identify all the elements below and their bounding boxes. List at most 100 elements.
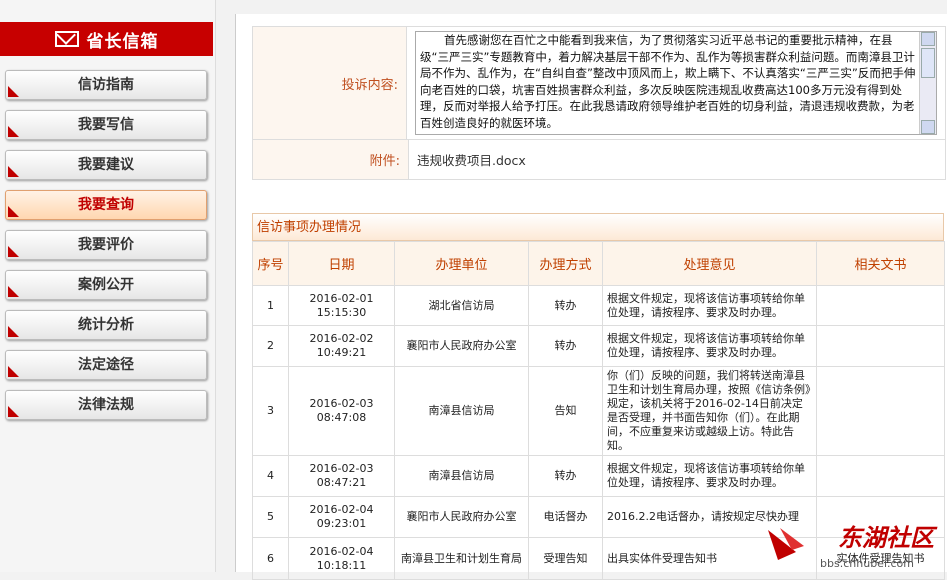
cell-method: 转办 [528,285,603,326]
sidebar-item-3[interactable]: 我要查询 [5,190,207,220]
sidebar-item-1[interactable]: 我要写信 [5,110,207,140]
sidebar-item-label: 信访指南 [78,77,134,93]
attachment-link[interactable]: 违规收费项目.docx [417,153,526,168]
cell-unit: 南漳县信访局 [394,455,529,497]
sidebar-header: 省长信箱 [0,22,213,56]
attachment-row: 附件: 违规收费项目.docx [253,139,945,179]
cell-date: 2016-02-01 [309,291,374,305]
sidebar-item-0[interactable]: 信访指南 [5,70,207,100]
column-header: 序号 [252,241,289,286]
top-strip [235,0,947,14]
complaint-scrollbar[interactable]: ▲ ▼ [919,32,936,134]
sidebar-item-label: 案例公开 [78,277,134,293]
sidebar-title: 省长信箱 [86,31,159,52]
complaint-label: 投诉内容: [253,27,407,139]
cell-doc [816,325,945,367]
cell-time: 08:47:21 [316,476,367,489]
cell-date: 2016-02-02 [309,332,374,345]
table-row: 1 2016-02-01 15:15:30 湖北省信访局 转办 根据文件规定，现将该信访事… [252,285,945,326]
mail-icon [54,31,79,47]
cell-no: 1 [252,285,289,326]
cell-date: 2016-02-03 [309,397,374,410]
cell-datetime: 2016-02-04 09:23:01 [288,496,395,538]
cell-unit: 南漳县卫生和计划生育局 [394,537,529,580]
complaint-text: 首先感谢您在百忙之中能看到我来信，为了贯彻落实习近平总书记的重要批示精神，在县级… [420,33,916,130]
sidebar-item-6[interactable]: 统计分析 [5,310,207,340]
cell-method: 告知 [528,366,603,456]
corner-triangle-icon [8,126,19,137]
cell-method: 受理告知 [528,537,603,580]
cell-method: 电话督办 [528,496,603,538]
corner-triangle-icon [8,326,19,337]
sidebar-item-label: 法律法规 [78,397,134,413]
cell-time: 10:49:21 [316,346,367,359]
cell-unit: 湖北省信访局 [394,285,529,326]
letter-detail: 投诉内容: 首先感谢您在百忙之中能看到我来信，为了贯彻落实习近平总书记的重要批示… [252,26,946,180]
column-header: 办理方式 [528,241,603,286]
corner-triangle-icon [8,206,19,217]
sidebar-item-label: 我要写信 [78,117,134,133]
corner-triangle-icon [8,406,19,417]
cell-no: 4 [252,455,289,497]
cell-doc [816,455,945,497]
cell-time: 10:18:11 [316,558,367,572]
sidebar-item-label: 法定途径 [78,357,134,373]
complaint-textarea[interactable]: 首先感谢您在百忙之中能看到我来信，为了贯彻落实习近平总书记的重要批示精神，在县级… [415,31,937,135]
complaint-row: 投诉内容: 首先感谢您在百忙之中能看到我来信，为了贯彻落实习近平总书记的重要批示… [253,26,945,139]
cell-opinion: 根据文件规定，现将该信访事项转给你单位处理，请按程序、要求及时办理。 [602,325,817,367]
table-header-row: 序号 日期 办理单位 办理方式 处理意见 相关文书 [252,241,945,286]
cell-doc [816,285,945,326]
column-header: 日期 [288,241,395,286]
watermark-name: 东湖社区 [838,524,934,552]
cell-method: 转办 [528,325,603,367]
cell-time: 09:23:01 [316,517,367,530]
attachment-label: 附件: [253,140,409,179]
cell-opinion: 根据文件规定，现将该信访事项转给你单位处理，请按程序、要求及时办理。 [602,455,817,497]
table-row: 4 2016-02-03 08:47:21 南漳县信访局 转办 根据文件规定，现将该信访事… [252,455,945,497]
corner-triangle-icon [8,286,19,297]
sidebar-item-4[interactable]: 我要评价 [5,230,207,260]
cell-unit: 襄阳市人民政府办公室 [394,325,529,367]
sidebar-item-2[interactable]: 我要建议 [5,150,207,180]
cell-method: 转办 [528,455,603,497]
sidebar: 省长信箱 信访指南我要写信我要建议我要查询我要评价案例公开统计分析法定途径法律法… [0,0,216,572]
cell-time: 15:15:30 [316,305,367,319]
table-row: 2 2016-02-02 10:49:21 襄阳市人民政府办公室 转办 根据文件规定，现将… [252,325,945,367]
corner-triangle-icon [8,86,19,97]
process-section-title: 信访事项办理情况 [252,213,944,241]
scroll-up-icon[interactable]: ▲ [921,32,935,46]
corner-triangle-icon [8,166,19,177]
cell-datetime: 2016-02-03 08:47:21 [288,455,395,497]
cell-opinion: 你（们）反映的问题，我们将转送南漳县卫生和计划生育局办理，按照《信访条例》规定，… [602,366,817,456]
cell-no: 6 [252,537,289,580]
cell-datetime: 2016-02-04 10:18:11 [288,537,395,580]
watermark-logo-icon [768,528,804,560]
sidebar-item-7[interactable]: 法定途径 [5,350,207,380]
cell-opinion: 根据文件规定，现将该信访事项转给你单位处理，请按程序、要求及时办理。 [602,285,817,326]
sidebar-item-5[interactable]: 案例公开 [5,270,207,300]
cell-no: 5 [252,496,289,538]
cell-datetime: 2016-02-03 08:47:08 [288,366,395,456]
sidebar-item-label: 统计分析 [78,317,134,333]
cell-time: 08:47:08 [316,411,367,424]
sidebar-item-8[interactable]: 法律法规 [5,390,207,420]
scroll-thumb[interactable] [921,48,935,78]
watermark: 东湖社区 bbs.cnhubei.com [766,518,944,570]
column-header: 处理意见 [602,241,817,286]
cell-doc [816,366,945,456]
cell-unit: 襄阳市人民政府办公室 [394,496,529,538]
sidebar-item-label: 我要评价 [78,237,134,253]
cell-date: 2016-02-03 [309,462,374,475]
table-row: 3 2016-02-03 08:47:08 南漳县信访局 告知 你（们）反映的问题，我们将… [252,366,945,456]
main-panel: 投诉内容: 首先感谢您在百忙之中能看到我来信，为了贯彻落实习近平总书记的重要批示… [235,14,947,580]
watermark-url: bbs.cnhubei.com [820,557,914,570]
sidebar-item-label: 我要建议 [78,157,134,173]
column-header: 相关文书 [816,241,945,286]
cell-no: 2 [252,325,289,367]
scroll-down-icon[interactable]: ▼ [921,120,935,134]
sidebar-nav: 信访指南我要写信我要建议我要查询我要评价案例公开统计分析法定途径法律法规 [5,70,207,430]
corner-triangle-icon [8,246,19,257]
sidebar-item-label: 我要查询 [78,197,134,213]
cell-no: 3 [252,366,289,456]
cell-unit: 南漳县信访局 [394,366,529,456]
